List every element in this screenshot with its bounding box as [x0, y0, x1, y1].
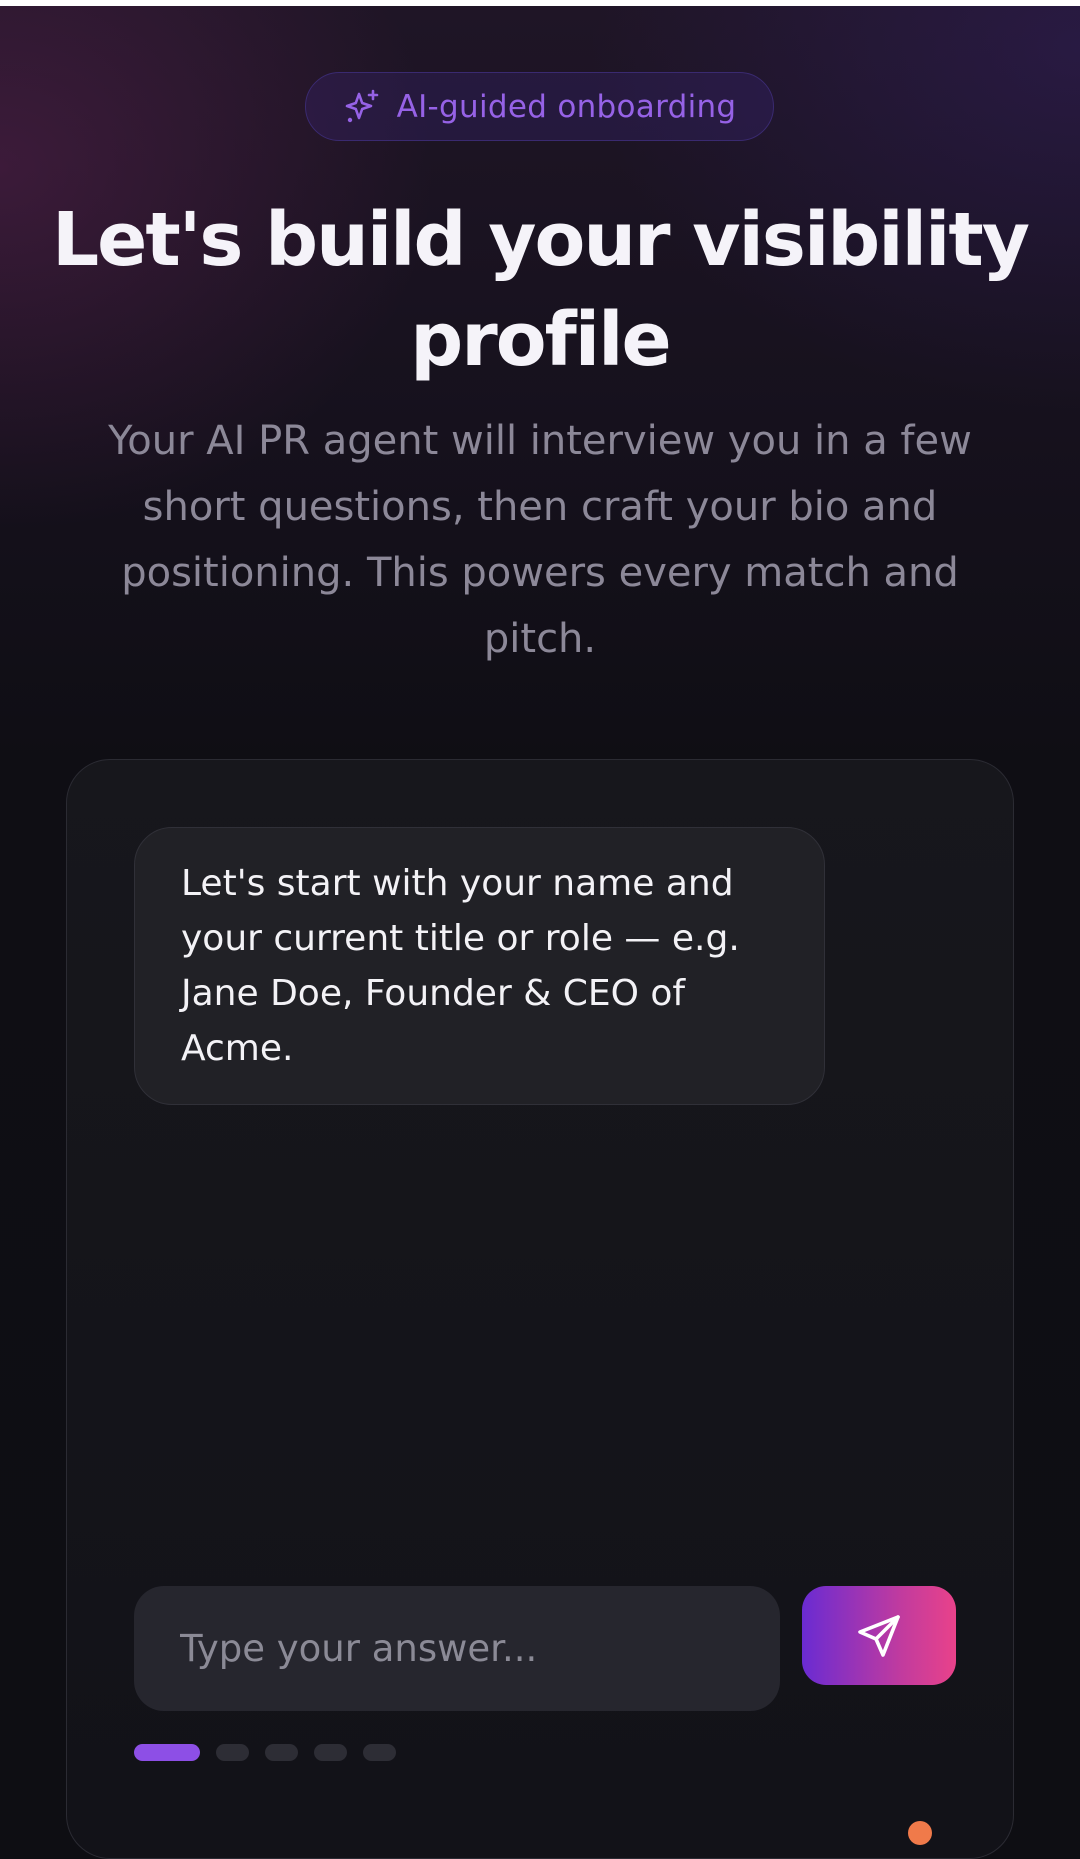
badge-label: AI-guided onboarding	[396, 88, 737, 125]
progress-step	[265, 1744, 298, 1761]
ai-onboarding-badge: AI-guided onboarding	[305, 72, 774, 141]
page-title: Let's build your visibility profile	[51, 197, 1030, 383]
progress-step	[363, 1744, 396, 1761]
floating-indicator-dot	[908, 1821, 932, 1845]
page-subtitle: Your AI PR agent will interview you in a…	[108, 418, 972, 662]
send-icon	[858, 1614, 900, 1657]
sparkles-icon	[345, 89, 378, 122]
send-button[interactable]	[802, 1586, 956, 1685]
assistant-message-text: Let's start with your name and your curr…	[181, 863, 740, 1069]
progress-step-current	[134, 1744, 200, 1761]
assistant-message-bubble: Let's start with your name and your curr…	[134, 827, 825, 1105]
progress-step	[314, 1744, 347, 1761]
onboarding-progress	[134, 1744, 396, 1761]
progress-step	[216, 1744, 249, 1761]
answer-input[interactable]	[134, 1586, 780, 1711]
